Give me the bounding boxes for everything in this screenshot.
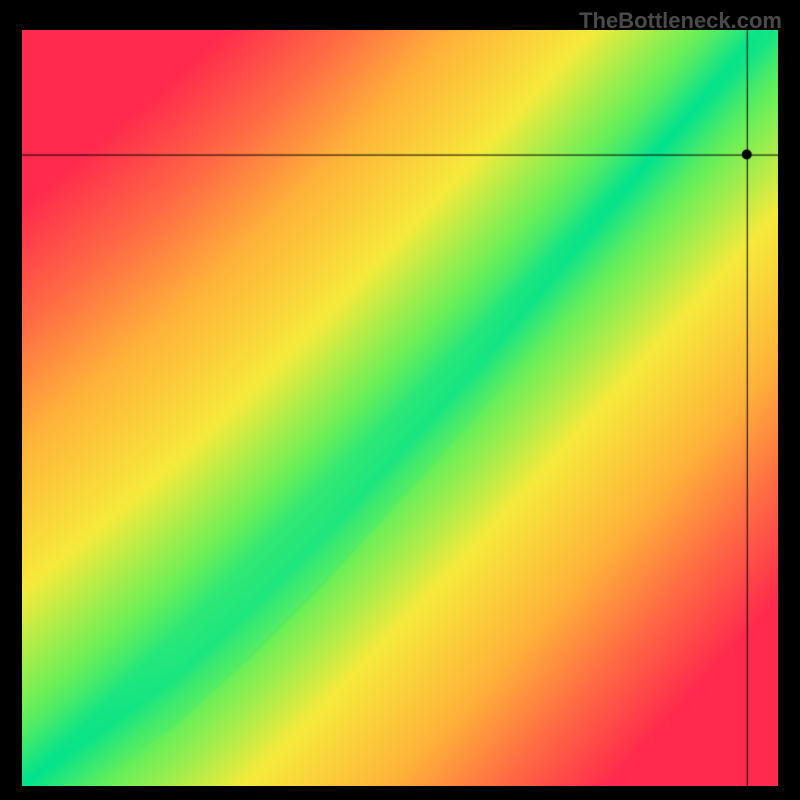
bottleneck-heatmap: [22, 30, 778, 786]
watermark-text: TheBottleneck.com: [579, 8, 782, 34]
chart-container: TheBottleneck.com: [0, 0, 800, 800]
